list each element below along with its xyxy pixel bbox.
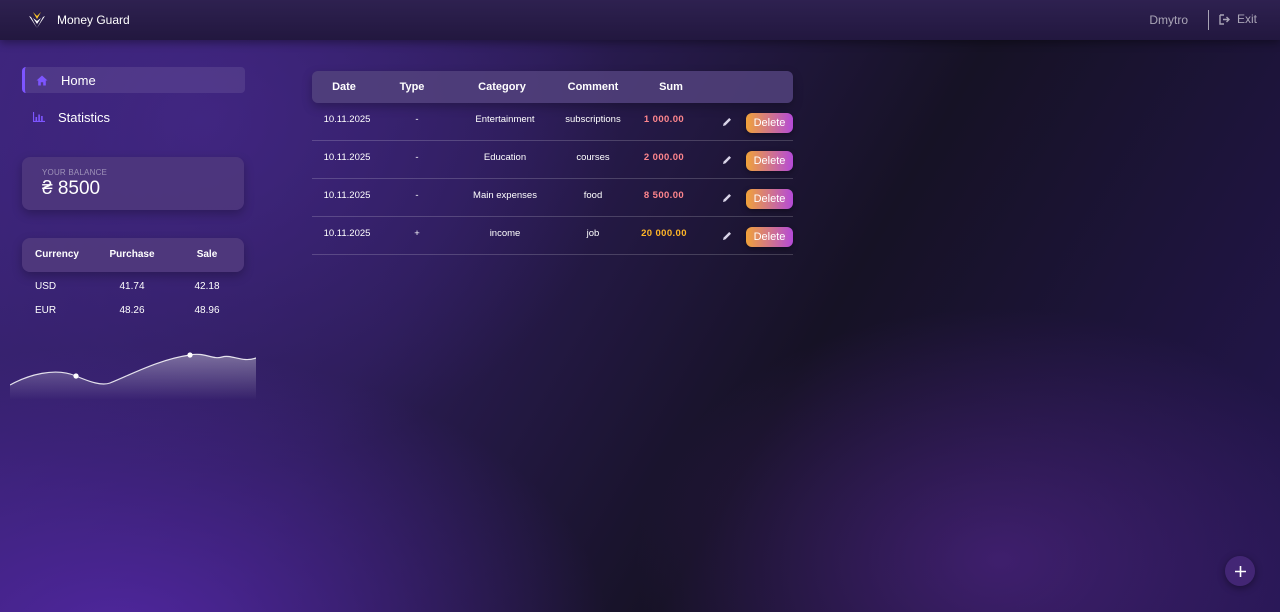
table-row: 10.11.2025 - Main expenses food 8 500.00 Dele…: [312, 179, 793, 217]
purchase-header: Purchase: [109, 249, 155, 260]
currency-table-header: Currency Purchase Sale: [22, 238, 244, 272]
row-comment: food: [583, 190, 603, 201]
row-type: -: [415, 190, 419, 201]
category-header: Category: [478, 81, 526, 93]
purchase-rate: 41.74: [119, 281, 145, 292]
purchase-rate: 48.26: [119, 305, 145, 316]
row-category: Main expenses: [473, 190, 537, 201]
row-comment: subscriptions: [565, 114, 621, 125]
exit-icon: [1219, 13, 1230, 25]
currency-rate-chart: [10, 352, 256, 400]
currency-row: USD 41.74 42.18: [22, 281, 244, 295]
row-type: -: [415, 114, 419, 125]
sidebar-item-label: Statistics: [58, 109, 111, 125]
currency-code: EUR: [35, 305, 57, 316]
exit-label: Exit: [1237, 12, 1258, 26]
row-date: 10.11.2025: [323, 114, 371, 125]
sale-rate: 48.96: [194, 305, 220, 316]
chart-point: [73, 373, 79, 379]
delete-button[interactable]: Delete: [746, 113, 793, 133]
table-row: 10.11.2025 - Entertainment subscriptions 1 0…: [312, 103, 793, 141]
pencil-icon[interactable]: [721, 192, 733, 204]
currency-code: USD: [35, 281, 57, 292]
header-divider: [1208, 10, 1209, 30]
home-icon: [34, 72, 50, 88]
balance-card: Your balance ₴ 8500: [22, 157, 244, 210]
delete-button[interactable]: Delete: [746, 227, 793, 247]
plus-icon: [1234, 565, 1246, 577]
row-category: Education: [483, 152, 527, 163]
row-type: +: [414, 228, 420, 239]
sidebar-item-statistics[interactable]: Statistics: [22, 104, 245, 130]
exit-button[interactable]: Exit: [1219, 12, 1257, 26]
row-date: 10.11.2025: [323, 228, 371, 239]
sum-header: Sum: [659, 81, 683, 93]
sidebar-item-home[interactable]: Home: [22, 67, 245, 93]
row-date: 10.11.2025: [323, 190, 371, 201]
table-row: 10.11.2025 + income job 20 000.00 Delete: [312, 217, 793, 255]
header: Money Guard Dmytro Exit: [0, 0, 1280, 40]
pencil-icon[interactable]: [721, 116, 733, 128]
add-transaction-button[interactable]: [1225, 556, 1255, 586]
currency-header: Currency: [35, 249, 79, 260]
pencil-icon[interactable]: [721, 154, 733, 166]
row-category: Entertainment: [475, 114, 535, 125]
money-guard-logo[interactable]: [28, 11, 46, 29]
row-sum: 2 000.00: [643, 152, 685, 163]
sidebar-item-label: Home: [61, 72, 96, 88]
delete-button[interactable]: Delete: [746, 151, 793, 171]
delete-button[interactable]: Delete: [746, 189, 793, 209]
row-sum: 1 000.00: [643, 114, 685, 125]
row-sum: 8 500.00: [643, 190, 685, 201]
statistics-icon: [31, 109, 47, 125]
pencil-icon[interactable]: [721, 230, 733, 242]
type-header: Type: [399, 81, 425, 93]
app-name: Money Guard: [57, 13, 130, 27]
comment-header: Comment: [567, 81, 619, 93]
row-type: -: [415, 152, 419, 163]
currency-row: EUR 48.26 48.96: [22, 305, 244, 319]
chart-point: [187, 352, 193, 358]
row-sum: 20 000.00: [641, 228, 687, 239]
table-row: 10.11.2025 - Education courses 2 000.00 Delet…: [312, 141, 793, 179]
row-category: income: [489, 228, 521, 239]
transactions-table-header: Date Type Category Comment Sum: [312, 71, 793, 103]
sale-rate: 42.18: [194, 281, 220, 292]
row-comment: courses: [576, 152, 610, 163]
balance-label: Your balance: [42, 168, 108, 177]
row-comment: job: [586, 228, 600, 239]
row-date: 10.11.2025: [323, 152, 371, 163]
user-name: Dmytro: [1149, 13, 1188, 27]
date-header: Date: [332, 81, 356, 93]
balance-value: ₴ 8500: [42, 178, 101, 199]
sale-header: Sale: [196, 249, 218, 260]
